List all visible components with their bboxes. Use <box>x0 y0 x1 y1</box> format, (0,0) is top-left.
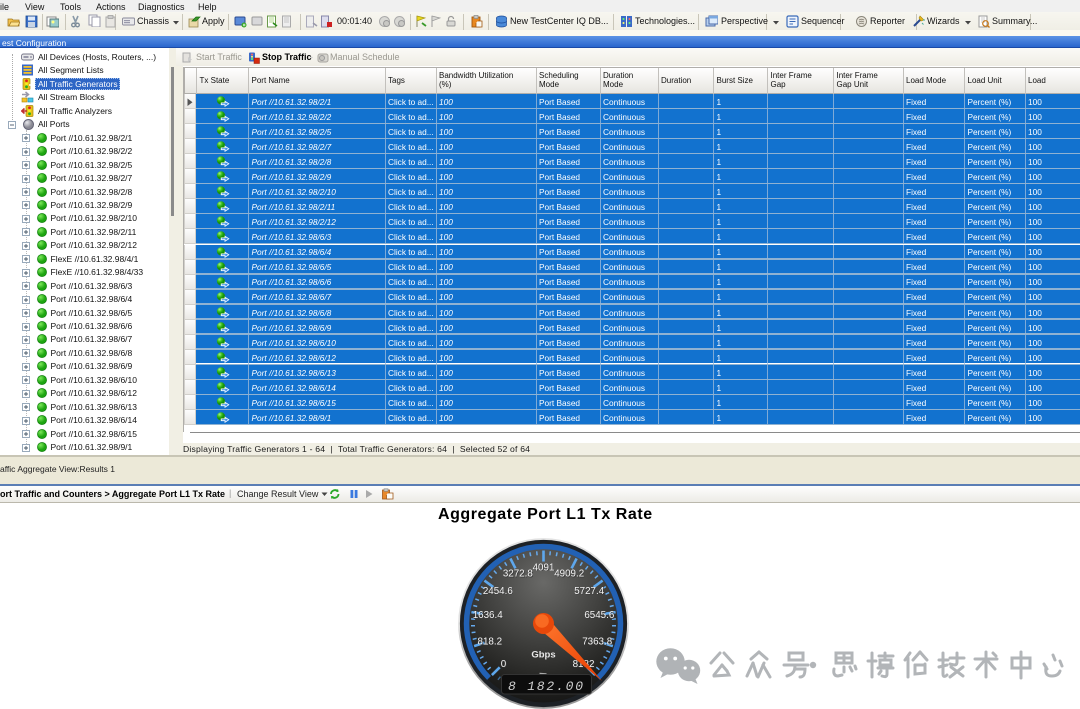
svg-text:Gbps: Gbps <box>531 650 555 661</box>
svg-text:7363.8: 7363.8 <box>582 637 613 648</box>
svg-text:1636.4: 1636.4 <box>473 610 504 621</box>
svg-text:0: 0 <box>501 659 507 670</box>
svg-text:4909.2: 4909.2 <box>554 569 584 580</box>
svg-text:8 182.00: 8 182.00 <box>508 679 585 694</box>
svg-text:6545.6: 6545.6 <box>584 610 615 621</box>
svg-text:4091: 4091 <box>533 563 555 574</box>
svg-text:5727.4: 5727.4 <box>574 586 605 597</box>
svg-text:2454.6: 2454.6 <box>483 586 514 597</box>
svg-text:3272.8: 3272.8 <box>503 569 534 580</box>
svg-text:818.2: 818.2 <box>478 637 503 648</box>
